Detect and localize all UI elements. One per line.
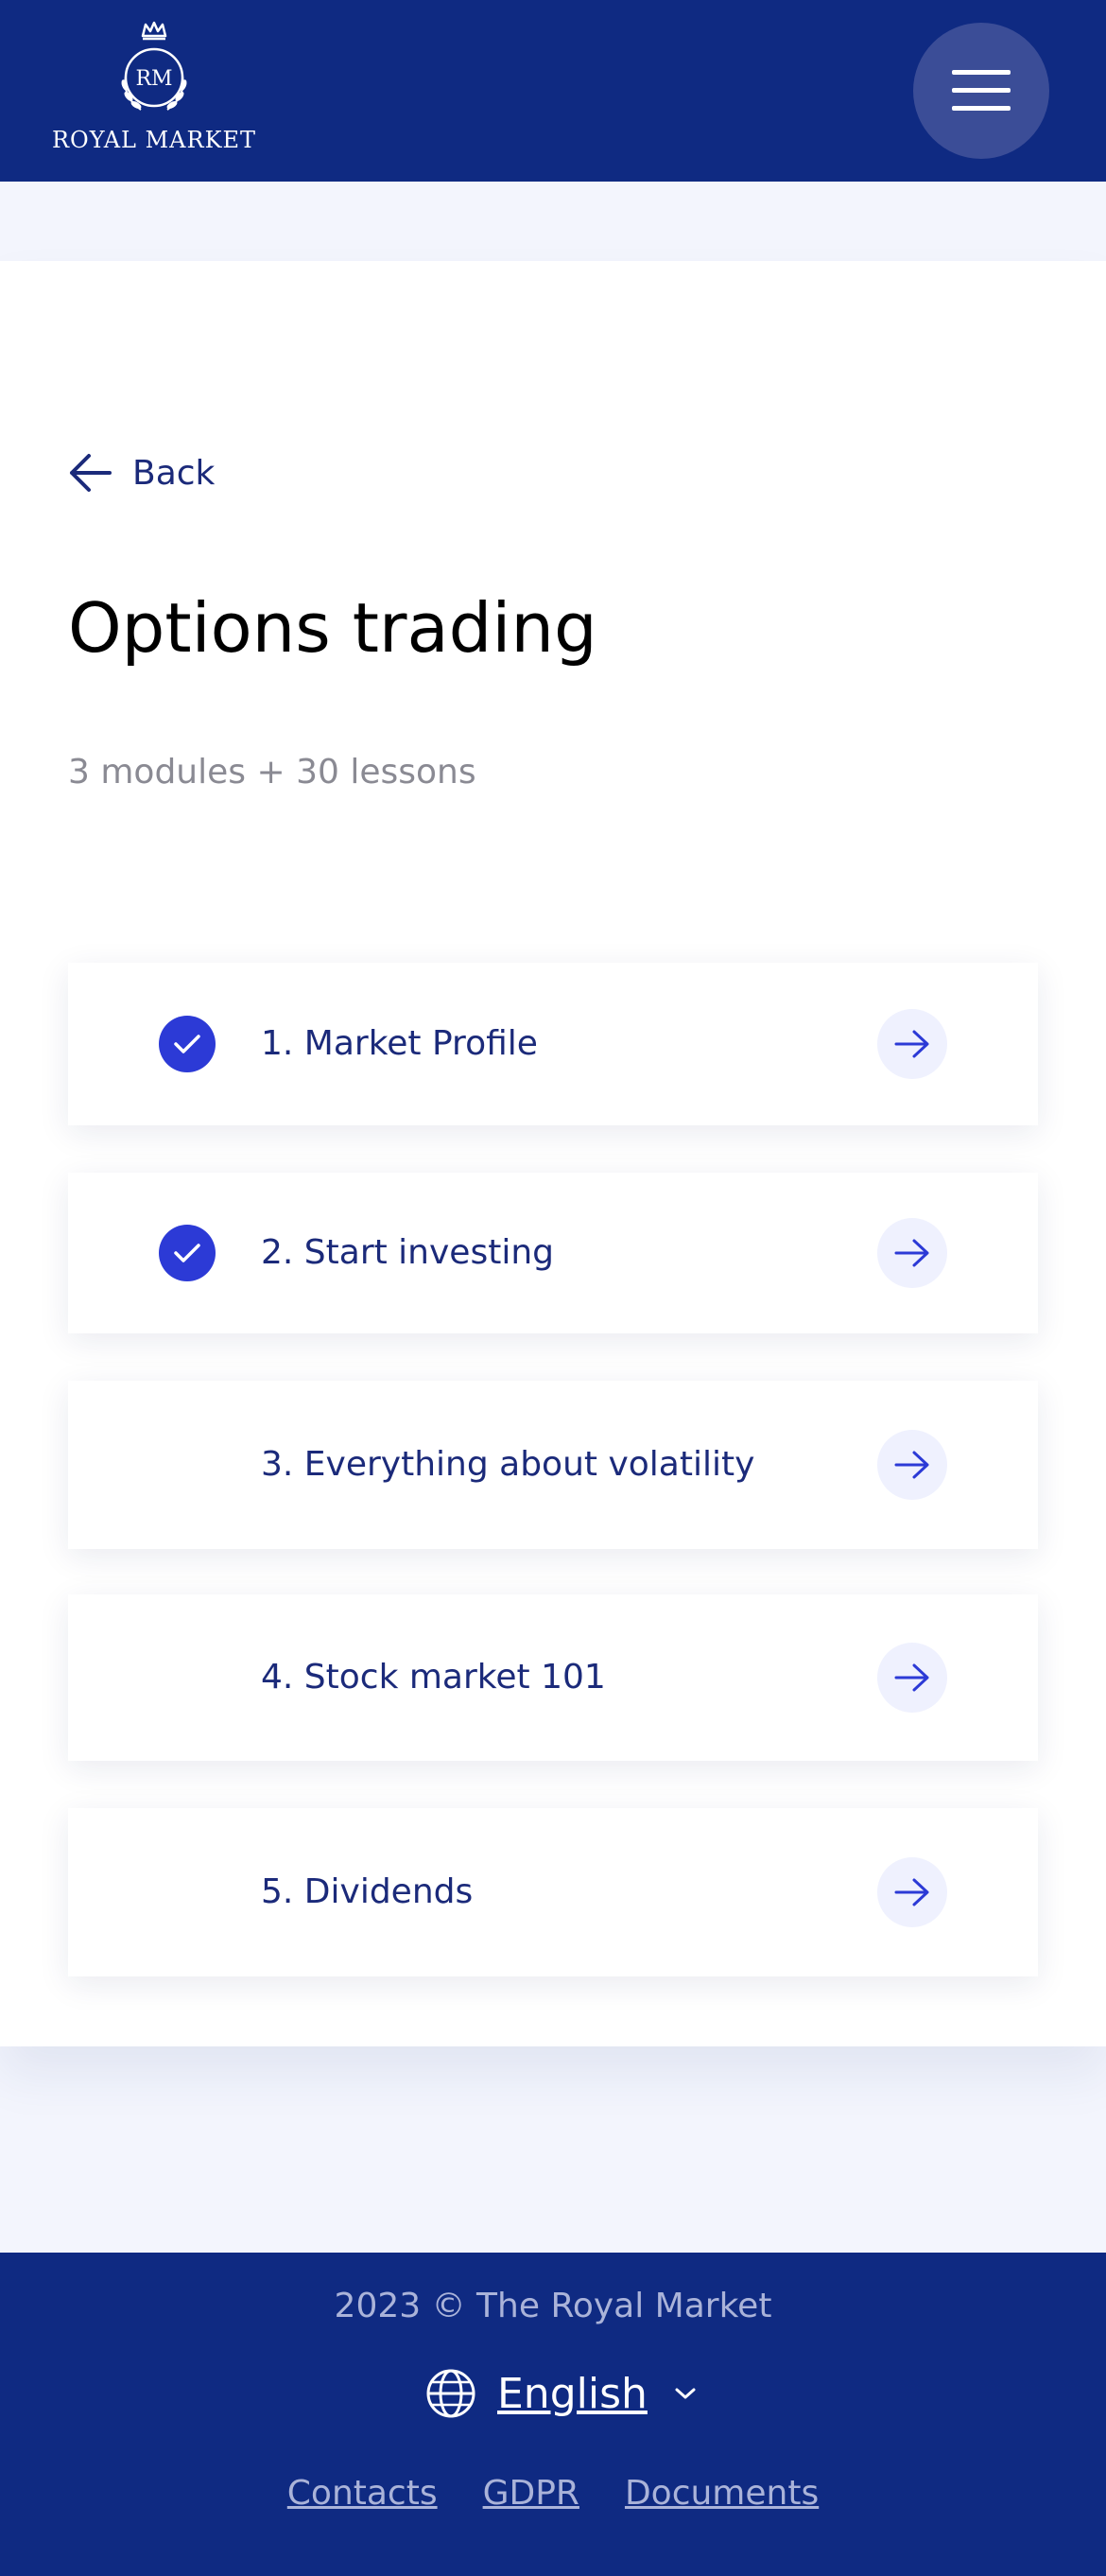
arrow-right-icon[interactable] [877, 1009, 947, 1079]
arrow-left-icon [70, 454, 112, 492]
arrow-right-icon[interactable] [877, 1857, 947, 1927]
globe-icon [426, 2369, 475, 2418]
language-selector[interactable]: English [425, 2364, 697, 2423]
back-label: Back [132, 453, 216, 493]
logo-text: ROYAL MARKET [51, 127, 257, 153]
documents-link[interactable]: Documents [625, 2474, 819, 2513]
module-item[interactable]: 5. Dividends [68, 1808, 1038, 1976]
top-header: RM ROYAL MARKET [0, 0, 1106, 182]
page-title: Options trading [68, 588, 597, 668]
chevron-down-icon [675, 2388, 696, 2399]
module-title: 5. Dividends [261, 1872, 474, 1911]
module-title: 1. Market Profile [261, 1024, 538, 1063]
module-item[interactable]: 4. Stock market 101 [68, 1594, 1038, 1761]
back-link[interactable]: Back [68, 448, 215, 497]
module-title: 3. Everything about volatility [261, 1445, 755, 1484]
module-title: 4. Stock market 101 [261, 1658, 606, 1697]
module-item[interactable]: 2. Start investing [68, 1173, 1038, 1333]
arrow-right-icon[interactable] [877, 1218, 947, 1288]
arrow-right-icon[interactable] [877, 1643, 947, 1713]
module-item[interactable]: 3. Everything about volatility [68, 1381, 1038, 1549]
page-footer: 2023 © The Royal Market English Contacts… [0, 2253, 1106, 2576]
language-label: English [497, 2369, 648, 2418]
module-title: 2. Start investing [261, 1233, 554, 1272]
royal-market-logo[interactable]: RM ROYAL MARKET [51, 19, 257, 170]
completed-check-icon [159, 1225, 216, 1281]
logo-monogram: RM [135, 67, 172, 91]
copyright-text: 2023 © The Royal Market [334, 2287, 772, 2325]
footer-links: Contacts GDPR Documents [0, 2474, 1106, 2513]
crown-wreath-emblem-icon: RM [121, 21, 187, 111]
course-summary: 3 modules + 30 lessons [68, 753, 476, 792]
gdpr-link[interactable]: GDPR [483, 2474, 579, 2513]
course-content-card [0, 261, 1106, 2046]
hamburger-icon [952, 70, 1011, 111]
contacts-link[interactable]: Contacts [287, 2474, 438, 2513]
module-item[interactable]: 1. Market Profile [68, 963, 1038, 1125]
completed-check-icon [159, 1016, 216, 1072]
arrow-right-icon[interactable] [877, 1430, 947, 1500]
menu-button[interactable] [913, 23, 1049, 159]
